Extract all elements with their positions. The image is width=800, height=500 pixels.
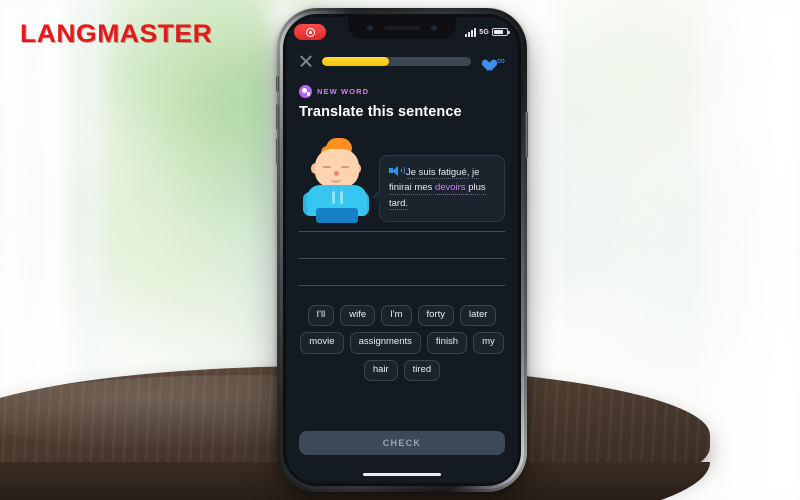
status-bar: 5G <box>286 17 518 43</box>
record-icon <box>305 27 315 37</box>
phone-screen: 5G ∞ NEW WORD Translate this sentence Je… <box>286 17 518 483</box>
character-illustration <box>299 136 373 223</box>
infinity-label: ∞ <box>497 54 505 67</box>
word-chip[interactable]: tired <box>403 359 441 382</box>
new-word-badge: NEW WORD <box>299 85 505 98</box>
new-word-label: NEW WORD <box>317 87 370 96</box>
langmaster-logo: LANGMASTER <box>20 20 213 48</box>
word-chip[interactable]: assignments <box>349 332 421 354</box>
character-pants <box>316 208 358 223</box>
word-chip[interactable]: later <box>459 305 497 327</box>
answer-slots[interactable] <box>299 231 505 286</box>
word-bank-row: I'll wife I'm forty later <box>299 305 505 327</box>
character-shirt-stripe-2 <box>340 191 343 204</box>
status-bar-right: 5G <box>465 27 510 37</box>
word-chip[interactable]: my <box>473 332 504 354</box>
lesson-top-bar: ∞ <box>299 48 505 74</box>
answer-slot-line[interactable] <box>299 258 505 259</box>
lives-indicator[interactable]: ∞ <box>480 55 505 67</box>
character-eye-right <box>341 166 349 169</box>
check-button[interactable]: CHECK <box>299 431 505 455</box>
prompt-row: Je suis fatigué, je finirai mes devoirs … <box>299 134 505 223</box>
question-title: Translate this sentence <box>299 104 462 120</box>
word-bank-row: movie assignments finish my <box>299 332 505 354</box>
word-bank: I'll wife I'm forty later movie assignments fin… <box>299 305 505 382</box>
screen-recording-indicator <box>294 24 326 40</box>
smartphone-mockup: 5G ∞ NEW WORD Translate this sentence Je… <box>276 8 528 492</box>
lesson-progress-bar <box>322 56 472 66</box>
lesson-progress-fill <box>322 56 390 66</box>
volume-down-button[interactable] <box>276 138 279 164</box>
answer-slot-line[interactable] <box>299 285 505 286</box>
character-shirt-stripe-1 <box>332 191 335 204</box>
network-type-label: 5G <box>479 28 489 36</box>
word-chip[interactable]: wife <box>340 305 376 327</box>
new-word-icon <box>299 85 312 98</box>
sentence-line-1: Je suis fatigué, <box>406 166 470 180</box>
word-bank-row: hair tired <box>299 359 505 382</box>
word-chip[interactable]: forty <box>417 305 454 327</box>
word-chip[interactable]: hair <box>363 359 398 382</box>
word-chip[interactable]: I'll <box>307 305 335 327</box>
highlighted-word[interactable]: devoirs <box>434 182 466 195</box>
signal-strength-icon <box>465 27 477 37</box>
volume-up-button[interactable] <box>276 104 279 130</box>
mute-switch[interactable] <box>276 76 279 92</box>
home-indicator[interactable] <box>363 472 441 476</box>
speaker-icon[interactable] <box>389 165 405 176</box>
lesson-screen: ∞ NEW WORD Translate this sentence Je su… <box>286 43 518 483</box>
word-chip[interactable]: I'm <box>381 305 412 327</box>
heart-icon <box>480 55 493 67</box>
character-nose <box>334 171 339 176</box>
close-icon[interactable] <box>299 54 313 68</box>
character-eye-left <box>323 166 331 169</box>
sentence-speech-bubble[interactable]: Je suis fatigué, je finirai mes devoirs … <box>373 154 505 222</box>
word-chip[interactable]: finish <box>426 332 468 354</box>
power-button[interactable] <box>525 112 528 158</box>
battery-icon <box>492 28 510 36</box>
answer-slot-line[interactable] <box>299 231 505 232</box>
word-chip[interactable]: movie <box>300 332 344 354</box>
